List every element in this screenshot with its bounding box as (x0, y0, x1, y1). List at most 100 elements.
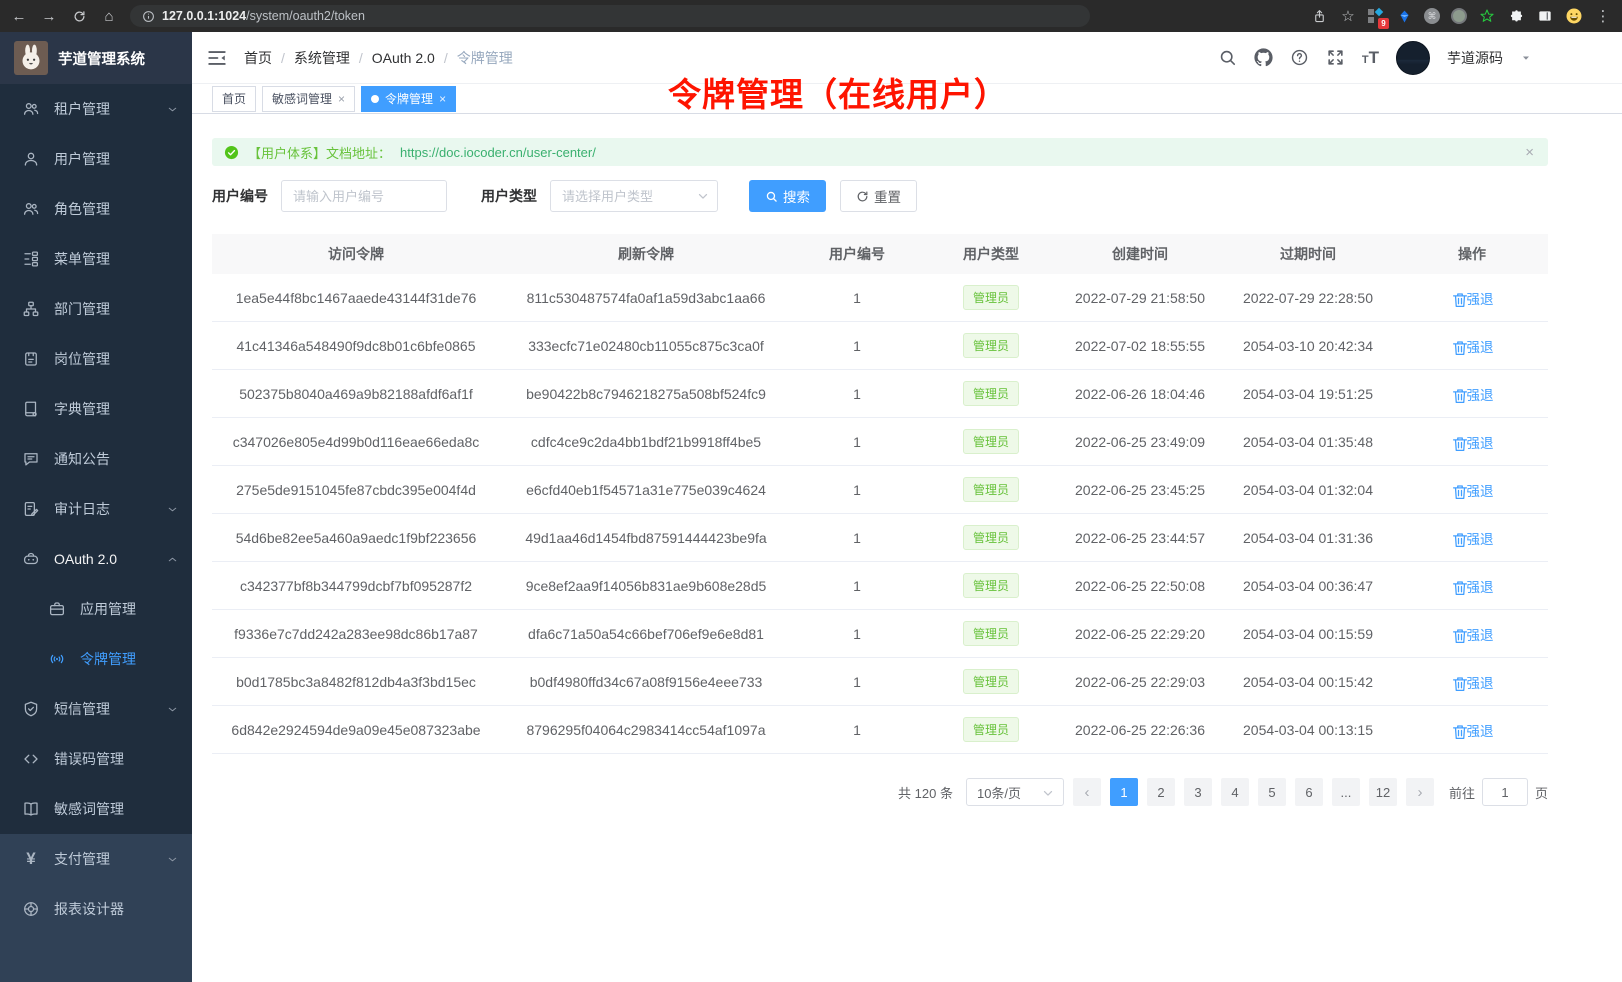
sidebar-item-report[interactable]: 报表设计器 (0, 884, 192, 934)
font-size-icon[interactable]: TT (1362, 49, 1379, 66)
reset-button[interactable]: 重置 (840, 180, 917, 212)
tab-敏感词管理[interactable]: 敏感词管理× (262, 86, 355, 112)
table-row: b0d1785bc3a8482f812db4a3f3bd15ecb0df4980… (212, 658, 1548, 706)
sidebar-item-label: 应用管理 (80, 599, 136, 619)
sidebar-item-oauth2-app[interactable]: 应用管理 (0, 584, 192, 634)
sidebar-item-pay[interactable]: ¥支付管理 (0, 834, 192, 884)
cell-expire-time: 2054-03-04 00:15:42 (1220, 674, 1396, 690)
next-page-button[interactable]: › (1406, 778, 1434, 806)
extension-badge-icon[interactable]: 9 (1368, 8, 1384, 24)
fullscreen-icon[interactable] (1326, 48, 1345, 67)
sidebar-item-oauth2-token[interactable]: 令牌管理 (0, 634, 192, 684)
breadcrumb-item[interactable]: OAuth 2.0 (372, 50, 435, 66)
address-bar[interactable]: 127.0.0.1:1024/system/oauth2/token (130, 5, 1090, 27)
cell-user-type: 管理员 (922, 429, 1060, 454)
collapse-sidebar-icon[interactable] (206, 47, 228, 69)
sidebar-logo[interactable]: 芋道管理系统 (0, 32, 192, 84)
alert-doc-link[interactable]: https://doc.iocoder.cn/user-center/ (400, 145, 596, 160)
sidebar-item-sensitive[interactable]: 敏感词管理 (0, 784, 192, 834)
force-logout-button[interactable]: 强退 (1451, 384, 1494, 404)
force-logout-button[interactable]: 强退 (1451, 432, 1494, 452)
tab-首页[interactable]: 首页 (212, 86, 256, 112)
cell-user-id: 1 (792, 290, 922, 306)
tab-close-icon[interactable]: × (439, 92, 446, 106)
sidebar-item-dict[interactable]: 字典管理 (0, 384, 192, 434)
browser-reload-icon[interactable] (70, 7, 88, 25)
search-button[interactable]: 搜索 (749, 180, 826, 212)
jump-page-input[interactable] (1482, 778, 1528, 806)
profile-avatar-icon[interactable] (1565, 7, 1583, 25)
green-star-extension-icon[interactable] (1478, 7, 1496, 25)
sidebar: 芋道管理系统 租户管理用户管理角色管理菜单管理部门管理岗位管理字典管理通知公告审… (0, 32, 192, 982)
force-logout-button[interactable]: 强退 (1451, 480, 1494, 500)
errcode-icon (22, 750, 40, 768)
github-icon[interactable] (1254, 48, 1273, 67)
command-extension-icon[interactable]: ⌘ (1424, 8, 1440, 24)
sidebar-item-label: 敏感词管理 (54, 799, 124, 819)
browser-home-icon[interactable]: ⌂ (100, 7, 118, 25)
page-button-6[interactable]: 6 (1295, 778, 1323, 806)
browser-menu-icon[interactable]: ⋮ (1594, 7, 1612, 25)
sidebar-item-notice[interactable]: 通知公告 (0, 434, 192, 484)
help-icon[interactable] (1290, 48, 1309, 67)
page-button-4[interactable]: 4 (1221, 778, 1249, 806)
table-row: 41c41346a548490f9dc8b01c6bfe0865333ecfc7… (212, 322, 1548, 370)
browser-forward-icon[interactable]: → (40, 7, 58, 25)
page-size-select[interactable]: 10条/页 (966, 778, 1064, 806)
prev-page-button[interactable]: ‹ (1073, 778, 1101, 806)
cell-refresh-token: 333ecfc71e02480cb11055c875c3ca0f (500, 338, 792, 354)
sidebar-item-audit[interactable]: 审计日志 (0, 484, 192, 534)
force-logout-button[interactable]: 强退 (1451, 720, 1494, 740)
force-logout-button[interactable]: 强退 (1451, 528, 1494, 548)
user-type-select[interactable] (550, 180, 718, 212)
sidebar-item-post[interactable]: 岗位管理 (0, 334, 192, 384)
browser-back-icon[interactable]: ← (10, 7, 28, 25)
sidebar-item-tenant[interactable]: 租户管理 (0, 84, 192, 134)
alert-close-icon[interactable]: × (1525, 144, 1534, 161)
url-path: /system/oauth2/token (246, 9, 365, 23)
user-avatar[interactable] (1396, 41, 1430, 75)
cell-user-type: 管理员 (922, 621, 1060, 646)
user-id-input[interactable] (281, 180, 447, 212)
chevron-down-icon[interactable] (1520, 52, 1532, 64)
puzzle-extension-icon[interactable] (1507, 7, 1525, 25)
sidebar-item-errcode[interactable]: 错误码管理 (0, 734, 192, 784)
force-logout-button[interactable]: 强退 (1451, 288, 1494, 308)
sidebar-item-menu[interactable]: 菜单管理 (0, 234, 192, 284)
cell-refresh-token: 9ce8ef2aa9f14056b831ae9b608e28d5 (500, 578, 792, 594)
breadcrumb-item[interactable]: 首页 (244, 48, 272, 68)
page-button-12[interactable]: 12 (1369, 778, 1397, 806)
page-button-5[interactable]: 5 (1258, 778, 1286, 806)
tab-close-icon[interactable]: × (338, 92, 345, 106)
gem-extension-icon[interactable] (1395, 7, 1413, 25)
breadcrumb-item[interactable]: 系统管理 (294, 48, 350, 68)
round-extension-icon[interactable] (1451, 8, 1467, 24)
force-logout-button[interactable]: 强退 (1451, 336, 1494, 356)
cell-created-time: 2022-06-25 22:29:03 (1060, 674, 1220, 690)
cell-user-id: 1 (792, 722, 922, 738)
force-logout-button[interactable]: 强退 (1451, 624, 1494, 644)
breadcrumb-separator: / (281, 50, 285, 66)
sidepanel-icon[interactable] (1536, 7, 1554, 25)
user-type-select-input[interactable] (550, 180, 718, 212)
cell-user-type: 管理员 (922, 333, 1060, 358)
site-info-icon[interactable] (142, 10, 155, 23)
tab-令牌管理[interactable]: 令牌管理 × (361, 86, 456, 112)
bookmark-star-icon[interactable]: ☆ (1339, 7, 1357, 25)
sidebar-item-label: 字典管理 (54, 399, 110, 419)
page-button-3[interactable]: 3 (1184, 778, 1212, 806)
page-button-1[interactable]: 1 (1110, 778, 1138, 806)
sidebar-item-oauth2[interactable]: OAuth 2.0 (0, 534, 192, 584)
force-logout-button[interactable]: 强退 (1451, 576, 1494, 596)
sidebar-item-dept[interactable]: 部门管理 (0, 284, 192, 334)
sidebar-item-sms[interactable]: 短信管理 (0, 684, 192, 734)
force-logout-button[interactable]: 强退 (1451, 672, 1494, 692)
share-icon[interactable] (1310, 7, 1328, 25)
page-button-2[interactable]: 2 (1147, 778, 1175, 806)
sidebar-item-user[interactable]: 用户管理 (0, 134, 192, 184)
jump-prefix-label: 前往 (1449, 783, 1475, 802)
sidebar-item-role[interactable]: 角色管理 (0, 184, 192, 234)
tab-label: 令牌管理 (385, 90, 433, 107)
cell-expire-time: 2054-03-04 00:36:47 (1220, 578, 1396, 594)
search-icon[interactable] (1218, 48, 1237, 67)
